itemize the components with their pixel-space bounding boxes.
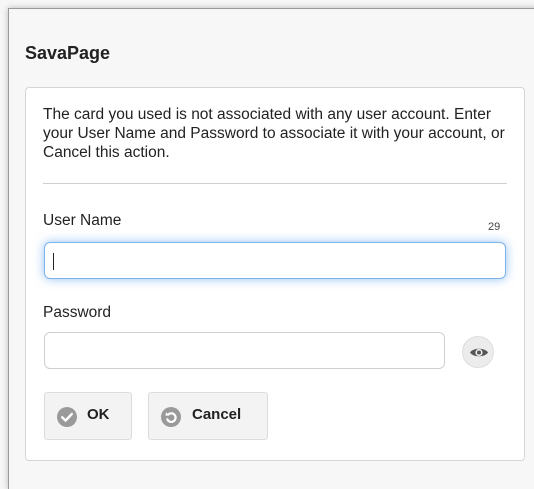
ok-button[interactable]: OK (44, 392, 132, 440)
eye-icon (470, 348, 488, 357)
cancel-label: Cancel (192, 406, 242, 423)
divider (43, 183, 507, 184)
check-circle-icon (57, 407, 77, 427)
password-label: Password (43, 304, 112, 321)
text-caret (53, 253, 54, 270)
username-label: User Name (43, 212, 122, 229)
username-char-counter: 29 (488, 221, 501, 233)
info-message: The card you used is not associated with… (43, 106, 505, 161)
show-password-button[interactable] (462, 336, 494, 368)
undo-circle-icon (161, 407, 181, 427)
username-input[interactable] (44, 242, 506, 279)
dialog-title: SavaPage (25, 43, 111, 63)
cancel-button[interactable]: Cancel (148, 392, 268, 440)
password-input[interactable] (44, 332, 445, 369)
login-card: The card you used is not associated with… (25, 87, 525, 461)
ok-label: OK (87, 406, 110, 423)
login-dialog: SavaPage The card you used is not associ… (8, 8, 534, 489)
